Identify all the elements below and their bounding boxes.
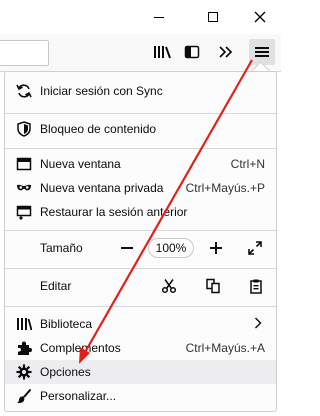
menu-item-label: Nueva ventana xyxy=(40,157,121,171)
title-bar xyxy=(0,0,281,34)
minimize-icon xyxy=(154,16,164,18)
fullscreen-icon xyxy=(248,241,262,255)
library-icon xyxy=(154,46,171,59)
close-button[interactable] xyxy=(240,0,280,34)
minimize-button[interactable] xyxy=(139,0,179,34)
menu-item-private-window[interactable]: Nueva ventana privada Ctrl+Mayús.+P xyxy=(5,176,276,200)
menu-row-edit: Editar xyxy=(5,274,276,298)
menu-separator xyxy=(5,113,276,114)
maximize-icon xyxy=(208,12,218,22)
private-mask-icon xyxy=(16,180,32,196)
restore-session-icon xyxy=(16,204,32,220)
paste-icon xyxy=(250,279,262,294)
zoom-reset-button[interactable]: 100% xyxy=(148,238,194,258)
zoom-out-button[interactable] xyxy=(117,238,137,258)
minus-icon xyxy=(121,247,133,249)
menu-item-options[interactable]: Opciones xyxy=(5,360,276,384)
menu-item-label: Opciones xyxy=(40,365,91,379)
navigation-toolbar xyxy=(0,34,281,72)
menu-item-customize[interactable]: Personalizar... xyxy=(5,384,276,408)
menu-separator xyxy=(5,268,276,269)
shortcut-label: Ctrl+Mayús.+P xyxy=(185,181,265,195)
shortcut-label: Ctrl+N xyxy=(230,157,265,171)
menu-separator xyxy=(5,148,276,149)
menu-item-label: Complementos xyxy=(40,341,121,355)
copy-icon xyxy=(206,278,220,294)
zoom-value: 100% xyxy=(155,241,187,255)
zoom-in-button[interactable] xyxy=(206,238,226,258)
url-bar[interactable] xyxy=(0,40,49,66)
menu-item-label: Bloqueo de contenido xyxy=(40,122,157,136)
menu-item-label: Nueva ventana privada xyxy=(40,181,164,195)
maximize-button[interactable] xyxy=(193,0,233,34)
cut-button[interactable] xyxy=(158,275,180,297)
menu-separator xyxy=(5,230,276,231)
gear-icon xyxy=(16,364,32,380)
edit-label: Editar xyxy=(40,279,72,293)
hamburger-menu-icon xyxy=(255,47,269,57)
plus-icon xyxy=(210,242,222,254)
zoom-label: Tamaño xyxy=(40,241,83,255)
paste-button[interactable] xyxy=(245,275,267,297)
paintbrush-icon xyxy=(16,388,32,404)
sidebar-button[interactable] xyxy=(180,40,204,64)
menu-row-zoom: Tamaño xyxy=(5,236,276,260)
overflow-button[interactable] xyxy=(214,40,238,64)
library-icon xyxy=(16,316,32,332)
sync-icon xyxy=(16,83,32,99)
shortcut-label: Ctrl+Mayús.+A xyxy=(185,341,265,355)
menu-item-content-blocking[interactable]: Bloqueo de contenido xyxy=(5,117,276,141)
copy-button[interactable] xyxy=(202,275,224,297)
sidebar-icon xyxy=(184,45,200,59)
menu-item-sync[interactable]: Iniciar sesión con Sync xyxy=(5,79,276,103)
submenu-chevron-icon xyxy=(254,317,262,332)
menu-separator xyxy=(5,306,276,307)
menu-item-label: Restaurar la sesión anterior xyxy=(40,205,188,219)
menu-item-label: Personalizar... xyxy=(40,389,117,403)
menu-item-library[interactable]: Biblioteca xyxy=(5,312,276,336)
close-icon xyxy=(254,11,266,23)
shield-icon xyxy=(16,121,32,137)
fullscreen-button[interactable] xyxy=(245,238,265,258)
overflow-icon xyxy=(219,46,233,58)
menu-item-restore-session[interactable]: Restaurar la sesión anterior xyxy=(5,200,276,224)
menu-item-label: Iniciar sesión con Sync xyxy=(40,84,163,98)
menu-item-new-window[interactable]: Nueva ventana Ctrl+N xyxy=(5,152,276,176)
puzzle-icon xyxy=(16,340,32,356)
new-window-icon xyxy=(16,156,32,172)
scissors-icon xyxy=(161,279,177,294)
hamburger-menu-button[interactable] xyxy=(249,39,275,65)
library-button[interactable] xyxy=(150,40,174,64)
menu-item-label: Biblioteca xyxy=(40,317,93,331)
menu-item-addons[interactable]: Complementos Ctrl+Mayús.+A xyxy=(5,336,276,360)
